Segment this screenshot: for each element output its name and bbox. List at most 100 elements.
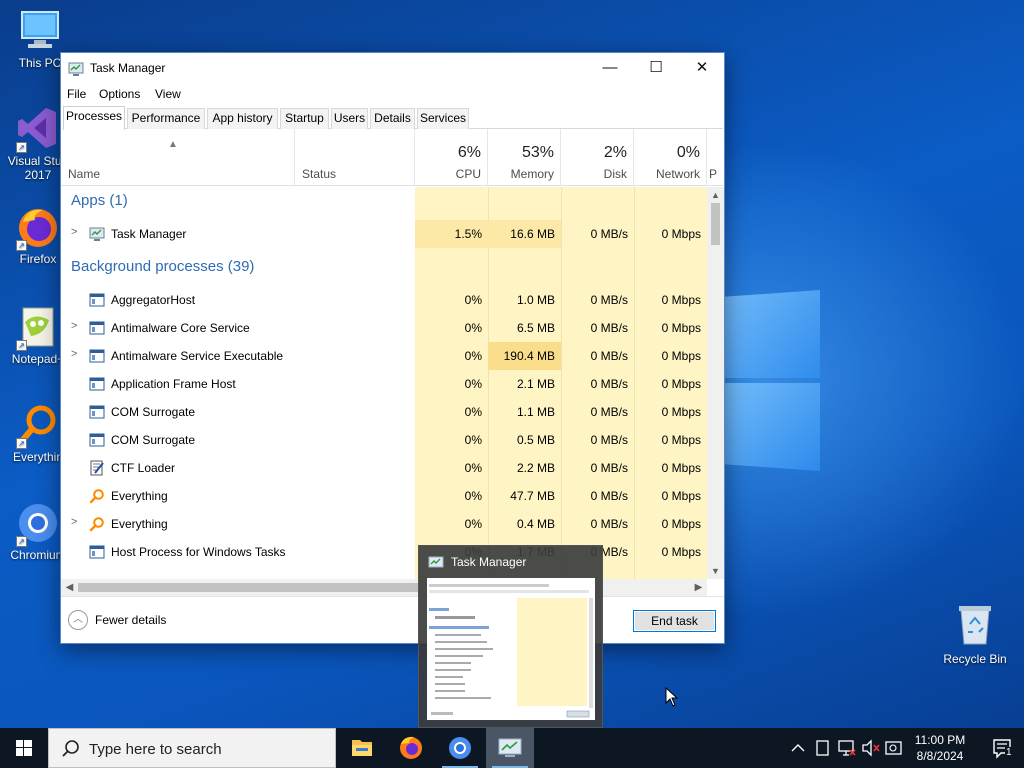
process-row[interactable]: Everything 0% 47.7 MB 0 MB/s 0 Mbps (61, 482, 707, 510)
process-disk: 0 MB/s (590, 349, 628, 363)
desktop-icon-recycle-bin[interactable]: Recycle Bin (940, 600, 1010, 666)
scroll-right-icon[interactable]: ▶ (690, 579, 707, 596)
process-name: COM Surrogate (111, 405, 196, 419)
process-cpu: 0% (464, 293, 482, 307)
process-disk: 0 MB/s (590, 433, 628, 447)
process-name: Task Manager (111, 227, 187, 241)
vertical-scroll-thumb[interactable] (711, 203, 720, 245)
cpu-total: 6% (457, 144, 481, 161)
process-row[interactable]: > Antimalware Core Service 0% 6.5 MB 0 MB/s 0… (61, 314, 707, 342)
notification-icon (993, 739, 1011, 759)
tab-performance[interactable]: Performance (127, 108, 205, 129)
scroll-down-icon[interactable]: ▼ (707, 563, 724, 579)
process-name: Host Process for Windows Tasks (111, 545, 286, 559)
expand-chevron-icon[interactable]: > (71, 348, 77, 360)
vertical-scrollbar[interactable]: ▲ ▼ (707, 187, 724, 579)
process-network: 0 Mbps (661, 433, 701, 447)
recycle-bin-icon (959, 606, 991, 645)
process-cpu: 0% (464, 433, 482, 447)
process-row[interactable]: Host Process for Windows Tasks0%1.7 MB0 … (61, 538, 707, 566)
tray-keyboard[interactable] (884, 728, 904, 768)
taskbar-search-box[interactable]: Type here to search (48, 728, 336, 768)
column-network-label: Network (655, 167, 700, 181)
scroll-left-icon[interactable]: ◀ (61, 579, 78, 596)
process-name: AggregatorHost (111, 293, 196, 307)
taskbar-chromium[interactable] (436, 728, 484, 768)
process-memory: 1.1 MB (516, 405, 555, 419)
column-name-label: Name (68, 167, 101, 181)
tray-network[interactable] (836, 728, 858, 768)
tray-overflow-chevron[interactable] (788, 728, 808, 768)
process-cpu: 0% (464, 405, 482, 419)
process-network: 0 Mbps (661, 405, 701, 419)
process-row[interactable]: Application Frame Host 0% 2.1 MB 0 MB/s 0 Mb… (61, 370, 707, 398)
mouse-cursor-icon (665, 687, 679, 707)
footer: ︿ Fewer details End task (61, 596, 724, 643)
expand-chevron-icon[interactable]: > (71, 516, 77, 528)
process-network: 0 Mbps (661, 517, 701, 531)
process-row[interactable]: > Everything 0% 0.4 MB 0 MB/s 0 Mbps (61, 510, 707, 538)
process-row[interactable]: AggregatorHost 0% 1.0 MB 0 MB/s 0 Mbps (61, 286, 707, 314)
ctf-loader-icon (90, 460, 104, 476)
start-button[interactable] (0, 728, 48, 768)
tab-app-history[interactable]: App history (207, 108, 278, 129)
maximize-button[interactable]: ☐ (633, 53, 679, 84)
process-cpu: 0% (464, 489, 482, 503)
shortcut-arrow-icon: ↗ (16, 340, 27, 351)
process-row[interactable]: > Antimalware Service Executable 0% 190.4 M… (61, 342, 707, 370)
everything-icon (89, 517, 104, 532)
process-row[interactable]: > Task Manager 1.5% 16.6 MB 0 MB/s 0 Mbps (61, 220, 707, 248)
task-manager-icon (498, 738, 522, 757)
shortcut-arrow-icon: ↗ (16, 240, 27, 251)
process-row[interactable]: COM Surrogate 0% 0.5 MB 0 MB/s 0 Mbps (61, 426, 707, 454)
menu-file[interactable]: File (67, 87, 86, 101)
tab-startup[interactable]: Startup (280, 108, 329, 129)
column-cpu[interactable]: 6% CPU (415, 129, 488, 186)
taskbar-thumbnail-preview[interactable]: Task Manager (418, 545, 603, 728)
tray-tablet[interactable] (812, 728, 834, 768)
tab-processes[interactable]: Processes (63, 106, 125, 130)
column-power-partial[interactable]: P (707, 129, 723, 186)
column-disk[interactable]: 2% Disk (561, 129, 634, 186)
task-manager-window: Task Manager — ☐ ✕ File Options View Pro… (60, 52, 725, 644)
menu-options[interactable]: Options (99, 87, 140, 101)
tab-users[interactable]: Users (331, 108, 368, 129)
everything-icon (89, 489, 104, 504)
column-network[interactable]: 0% Network (634, 129, 707, 186)
taskbar-firefox[interactable] (387, 728, 435, 768)
tablet-icon (816, 740, 829, 756)
column-memory[interactable]: 53% Memory (488, 129, 561, 186)
taskbar-file-explorer[interactable] (338, 728, 386, 768)
desktop-icon-label: Notepad+ (11, 352, 65, 366)
scroll-up-icon[interactable]: ▲ (707, 187, 724, 203)
tab-details[interactable]: Details (370, 108, 415, 129)
taskbar-task-manager[interactable] (486, 728, 534, 768)
menu-view[interactable]: View (155, 87, 181, 101)
horizontal-scrollbar[interactable]: ◀ ▶ (61, 579, 707, 596)
horizontal-scroll-thumb[interactable] (78, 583, 418, 592)
expand-chevron-icon[interactable]: > (71, 320, 77, 332)
tab-services[interactable]: Services (417, 108, 469, 129)
service-window-icon (89, 349, 105, 363)
column-power-label: P (709, 167, 718, 181)
maximize-icon: ☐ (649, 59, 663, 76)
notification-center-button[interactable]: 1 (981, 728, 1024, 768)
minimize-button[interactable]: — (587, 53, 633, 84)
group-header-apps: Apps (1) (61, 187, 707, 215)
process-network: 0 Mbps (661, 461, 701, 475)
close-button[interactable]: ✕ (679, 53, 725, 84)
process-memory: 2.2 MB (516, 461, 555, 475)
column-status[interactable]: Status (295, 129, 415, 186)
title-bar[interactable]: Task Manager — ☐ ✕ (61, 53, 724, 84)
file-explorer-icon (352, 740, 372, 756)
end-task-button[interactable]: End task (633, 610, 716, 632)
expand-chevron-icon[interactable]: > (71, 226, 77, 238)
process-row[interactable]: COM Surrogate 0% 1.1 MB 0 MB/s 0 Mbps (61, 398, 707, 426)
process-row[interactable]: CTF Loader 0% 2.2 MB 0 MB/s 0 Mbps (61, 454, 707, 482)
process-memory: 1.0 MB (516, 293, 555, 307)
column-name[interactable]: ▲ Name (61, 129, 295, 186)
desktop-icon-label: Everythin (12, 450, 64, 464)
process-network: 0 Mbps (661, 321, 701, 335)
system-clock[interactable]: 11:00 PM 8/8/2024 (905, 732, 975, 764)
tray-volume[interactable] (860, 728, 882, 768)
